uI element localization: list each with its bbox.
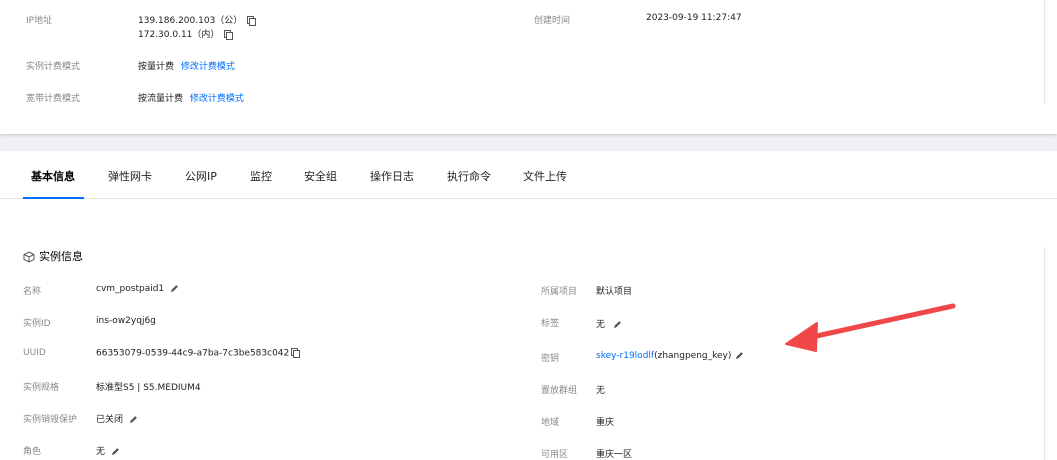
role-value: 无 [96,447,106,457]
key-field: skey-r19lodlf(zhangpeng_key) [596,351,744,361]
instance-summary-card: IP地址 139.186.200.103（公） 172.30.0.11（内） 创… [0,0,1057,134]
tag-value: 无 [596,320,606,330]
role-field: 无 [96,444,120,457]
edit-icon[interactable] [735,351,744,360]
modify-instance-billing-link[interactable]: 修改计费模式 [181,62,235,72]
region-label: 地域 [541,418,560,428]
name-field: cvm_postpaid1 [96,284,179,294]
tab-operation-log[interactable]: 操作日志 [370,168,414,184]
copy-icon[interactable] [224,29,234,40]
edit-icon[interactable] [129,415,138,424]
section-title-text: 实例信息 [39,250,83,263]
edit-icon[interactable] [111,447,120,456]
bandwidth-billing-label: 宽带计费模式 [26,94,81,104]
divider [1044,0,1045,104]
divider [1044,247,1045,460]
section-title: 实例信息 [23,248,83,264]
placement-group-label: 置放群组 [541,386,578,396]
destroy-protection-value: 已关闭 [96,415,124,425]
key-name: (zhangpeng_key) [654,351,732,361]
created-value: 2023-09-19 11:27:47 [646,13,742,23]
created-label: 创建时间 [534,16,571,26]
public-ip: 139.186.200.103（公） [138,13,257,26]
edit-icon[interactable] [170,284,179,293]
uuid-value: 66353079-0539-44c9-a7ba-7c3be583c042 [96,348,290,359]
uuid-field: 66353079-0539-44c9-a7ba-7c3be583c042 [96,348,301,359]
tab-basic-info[interactable]: 基本信息 [31,168,75,184]
key-label: 密钥 [541,354,560,364]
spec-value: 标准型S5 | S5.MEDIUM4 [96,383,201,393]
instance-billing-label: 实例计费模式 [26,62,81,72]
region-value: 重庆 [596,418,615,428]
uuid-label: UUID [23,348,46,358]
role-label: 角色 [23,447,42,457]
tab-run-command[interactable]: 执行命令 [447,168,491,184]
copy-icon[interactable] [247,15,257,26]
key-link[interactable]: skey-r19lodlf [596,351,654,361]
instance-id-label: 实例ID [23,319,51,329]
tab-file-upload[interactable]: 文件上传 [523,168,567,184]
private-ip: 172.30.0.11（内） [138,27,234,40]
tab-bar: 基本信息 弹性网卡 公网IP 监控 安全组 操作日志 执行命令 文件上传 [0,151,1057,199]
zone-label: 可用区 [541,450,569,460]
spec-label: 实例规格 [23,383,60,393]
destroy-protection-label: 实例销毁保护 [23,415,78,425]
bandwidth-billing: 按流量计费 修改计费模式 [138,91,244,104]
copy-icon[interactable] [291,348,301,358]
instance-id-value: ins-ow2yqj6g [96,316,156,326]
project-value: 默认项目 [596,287,633,297]
edit-icon[interactable] [613,320,622,329]
name-label: 名称 [23,287,42,297]
placement-group-value: 无 [596,386,606,396]
active-tab-indicator [23,197,84,199]
tab-public-ip[interactable]: 公网IP [185,168,217,184]
tag-label: 标签 [541,319,560,329]
ip-label: IP地址 [26,16,53,26]
modify-bandwidth-billing-link[interactable]: 修改计费模式 [190,94,244,104]
tab-elastic-nic[interactable]: 弹性网卡 [108,168,152,184]
cube-icon [23,251,35,263]
zone-value: 重庆一区 [596,450,633,460]
tab-monitoring[interactable]: 监控 [250,168,272,184]
destroy-protection-field: 已关闭 [96,412,138,425]
tab-security-group[interactable]: 安全组 [304,168,337,184]
bandwidth-billing-value: 按流量计费 [138,94,184,104]
name-value: cvm_postpaid1 [96,284,165,294]
tag-field: 无 [596,317,622,330]
private-ip-value: 172.30.0.11（内） [138,30,220,40]
project-label: 所属项目 [541,287,578,297]
public-ip-value: 139.186.200.103（公） [138,16,243,26]
instance-billing-value: 按量计费 [138,62,175,72]
annotation-arrow-icon [785,303,956,352]
instance-billing: 按量计费 修改计费模式 [138,59,235,72]
